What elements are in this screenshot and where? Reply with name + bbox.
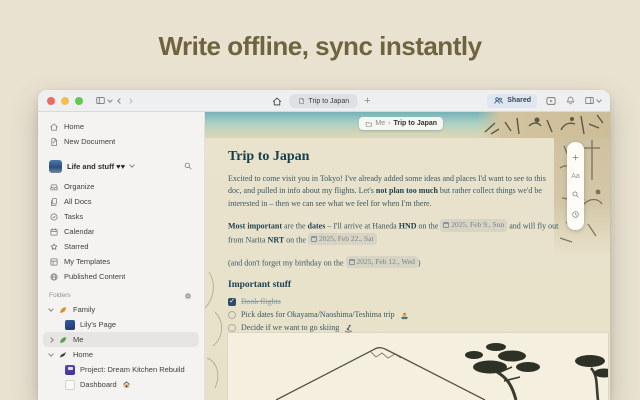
zoom-window-button[interactable] bbox=[75, 97, 83, 105]
shared-label: Shared bbox=[507, 97, 531, 104]
date-token[interactable]: 2025, Feb 22., Sat bbox=[308, 233, 377, 246]
checkbox-unchecked[interactable] bbox=[228, 311, 236, 319]
star-icon bbox=[49, 242, 59, 252]
section-heading[interactable]: Important stuff bbox=[228, 279, 560, 292]
templates-icon bbox=[49, 257, 59, 267]
sidebar-item-starred[interactable]: Starred bbox=[38, 239, 204, 254]
date-token[interactable]: 2025, Feb 12., Wed bbox=[346, 256, 418, 269]
sidebar-item-published-content[interactable]: Published Content bbox=[38, 269, 204, 284]
toggle-right-panel-button[interactable] bbox=[584, 95, 601, 106]
chevron-down-icon bbox=[107, 97, 113, 103]
new-document-icon bbox=[49, 137, 59, 147]
published-globe-icon bbox=[49, 272, 59, 282]
gear-icon[interactable] bbox=[183, 291, 193, 301]
paragraph-dates[interactable]: Most important are the dates – I'll arri… bbox=[228, 219, 560, 247]
sidebar-item-organize[interactable]: Organize bbox=[38, 179, 204, 194]
shared-button[interactable]: Shared bbox=[487, 94, 537, 108]
sidebar: Home New Document Life and stuff ♥♥ Orga… bbox=[38, 112, 205, 400]
calendar-icon bbox=[49, 227, 59, 237]
tab-label: Trip to Japan bbox=[309, 98, 350, 105]
document-canvas: Me › Trip to Japan Trip to Japan Excited… bbox=[205, 112, 610, 400]
toggle-sidebar-button[interactable] bbox=[95, 95, 112, 106]
tab-trip-to-japan[interactable]: Trip to Japan bbox=[290, 94, 358, 108]
sidebar-item-home[interactable]: Home bbox=[38, 119, 204, 134]
chevron-down-icon bbox=[129, 162, 135, 168]
calendar-icon bbox=[443, 222, 449, 228]
chevron-down-icon bbox=[48, 306, 54, 312]
sidebar-item-calendar[interactable]: Calendar bbox=[38, 224, 204, 239]
sidebar-item-new-document[interactable]: New Document bbox=[38, 134, 204, 149]
workspace-avatar bbox=[49, 160, 62, 173]
green-leaf-icon bbox=[58, 335, 68, 345]
home-tab-button[interactable] bbox=[272, 96, 283, 107]
chevron-down-icon bbox=[48, 351, 54, 357]
ferry-icon bbox=[400, 311, 409, 320]
app-window: Trip to Japan + Shared bbox=[38, 90, 610, 400]
paragraph-intro[interactable]: Excited to come visit you in Tokyo! I've… bbox=[228, 173, 560, 211]
page-thumbnail-icon bbox=[65, 365, 75, 375]
folder-family[interactable]: Family bbox=[38, 302, 204, 317]
house-emoji-icon bbox=[122, 380, 131, 389]
floating-toolbar: Aa bbox=[567, 142, 584, 230]
sidebar-item-my-templates[interactable]: My Templates bbox=[38, 254, 204, 269]
checkbox-unchecked[interactable] bbox=[228, 324, 236, 332]
document-title[interactable]: Trip to Japan bbox=[228, 151, 560, 164]
folder-home[interactable]: Home bbox=[38, 347, 204, 362]
breadcrumb-current: Trip to Japan bbox=[393, 120, 437, 127]
panel-right-icon bbox=[584, 95, 595, 106]
page-thumbnail-icon bbox=[65, 320, 75, 330]
folder-item-dashboard[interactable]: Dashboard bbox=[38, 377, 204, 392]
panel-left-icon bbox=[95, 95, 106, 106]
page-thumbnail-icon bbox=[65, 380, 75, 390]
folders-section-header: Folders bbox=[38, 289, 204, 302]
document-body[interactable]: Trip to Japan Excited to come visit you … bbox=[228, 138, 560, 335]
date-token[interactable]: 2025, Feb 9., Sun bbox=[440, 219, 507, 232]
dark-bird-icon bbox=[58, 350, 68, 360]
cover-art-print bbox=[477, 112, 610, 138]
sidebar-item-tasks[interactable]: Tasks bbox=[38, 209, 204, 224]
add-block-button[interactable] bbox=[571, 153, 580, 162]
chevron-right-icon bbox=[48, 337, 54, 343]
close-window-button[interactable] bbox=[47, 97, 55, 105]
checkbox-checked[interactable] bbox=[228, 298, 236, 306]
history-clock-icon[interactable] bbox=[571, 210, 580, 219]
search-icon[interactable] bbox=[183, 161, 193, 171]
orange-leaf-icon bbox=[58, 305, 68, 315]
sidebar-item-all-docs[interactable]: All Docs bbox=[38, 194, 204, 209]
calendar-icon bbox=[349, 259, 355, 265]
workspace-switcher[interactable]: Life and stuff ♥♥ bbox=[38, 157, 204, 175]
minimize-window-button[interactable] bbox=[61, 97, 69, 105]
folder-icon bbox=[364, 120, 372, 128]
marketing-screenshot: Write offline, sync instantly Trip to Ja… bbox=[0, 0, 640, 400]
text-style-button[interactable]: Aa bbox=[571, 173, 580, 180]
breadcrumb-parent[interactable]: Me bbox=[375, 120, 385, 127]
folder-item-project-dream-kitchen[interactable]: Project: Dream Kitchen Rebuild bbox=[38, 362, 204, 377]
breadcrumb-separator: › bbox=[388, 120, 390, 127]
docs-icon bbox=[49, 197, 59, 207]
forward-button[interactable] bbox=[127, 98, 133, 104]
people-icon bbox=[493, 95, 504, 106]
skier-icon bbox=[344, 324, 353, 333]
document-icon bbox=[298, 97, 306, 105]
chevron-down-icon bbox=[596, 97, 602, 103]
folder-me[interactable]: Me bbox=[43, 332, 199, 347]
search-icon[interactable] bbox=[571, 190, 580, 199]
breadcrumb[interactable]: Me › Trip to Japan bbox=[358, 117, 443, 130]
todo-pick-dates[interactable]: Pick dates for Okayama/Naoshima/Teshima … bbox=[228, 309, 560, 322]
tasks-check-circle-icon bbox=[49, 212, 59, 222]
home-icon bbox=[49, 122, 59, 132]
folder-item-lilys-page[interactable]: Lily's Page bbox=[38, 317, 204, 332]
paragraph-birthday[interactable]: (and don't forget my birthday on the 202… bbox=[228, 256, 560, 270]
page-title: Write offline, sync instantly bbox=[0, 31, 640, 62]
todo-book-flights[interactable]: Book flights bbox=[228, 296, 560, 309]
margin-sketch-art bbox=[205, 262, 227, 400]
organize-tray-icon bbox=[49, 182, 59, 192]
new-tab-button[interactable]: + bbox=[364, 96, 370, 107]
calendar-icon bbox=[311, 236, 317, 242]
present-button[interactable] bbox=[545, 95, 557, 107]
titlebar: Trip to Japan + Shared bbox=[38, 90, 610, 112]
inline-image-fuji-print[interactable] bbox=[228, 333, 608, 400]
notifications-bell-button[interactable] bbox=[565, 95, 576, 106]
back-button[interactable] bbox=[117, 98, 123, 104]
